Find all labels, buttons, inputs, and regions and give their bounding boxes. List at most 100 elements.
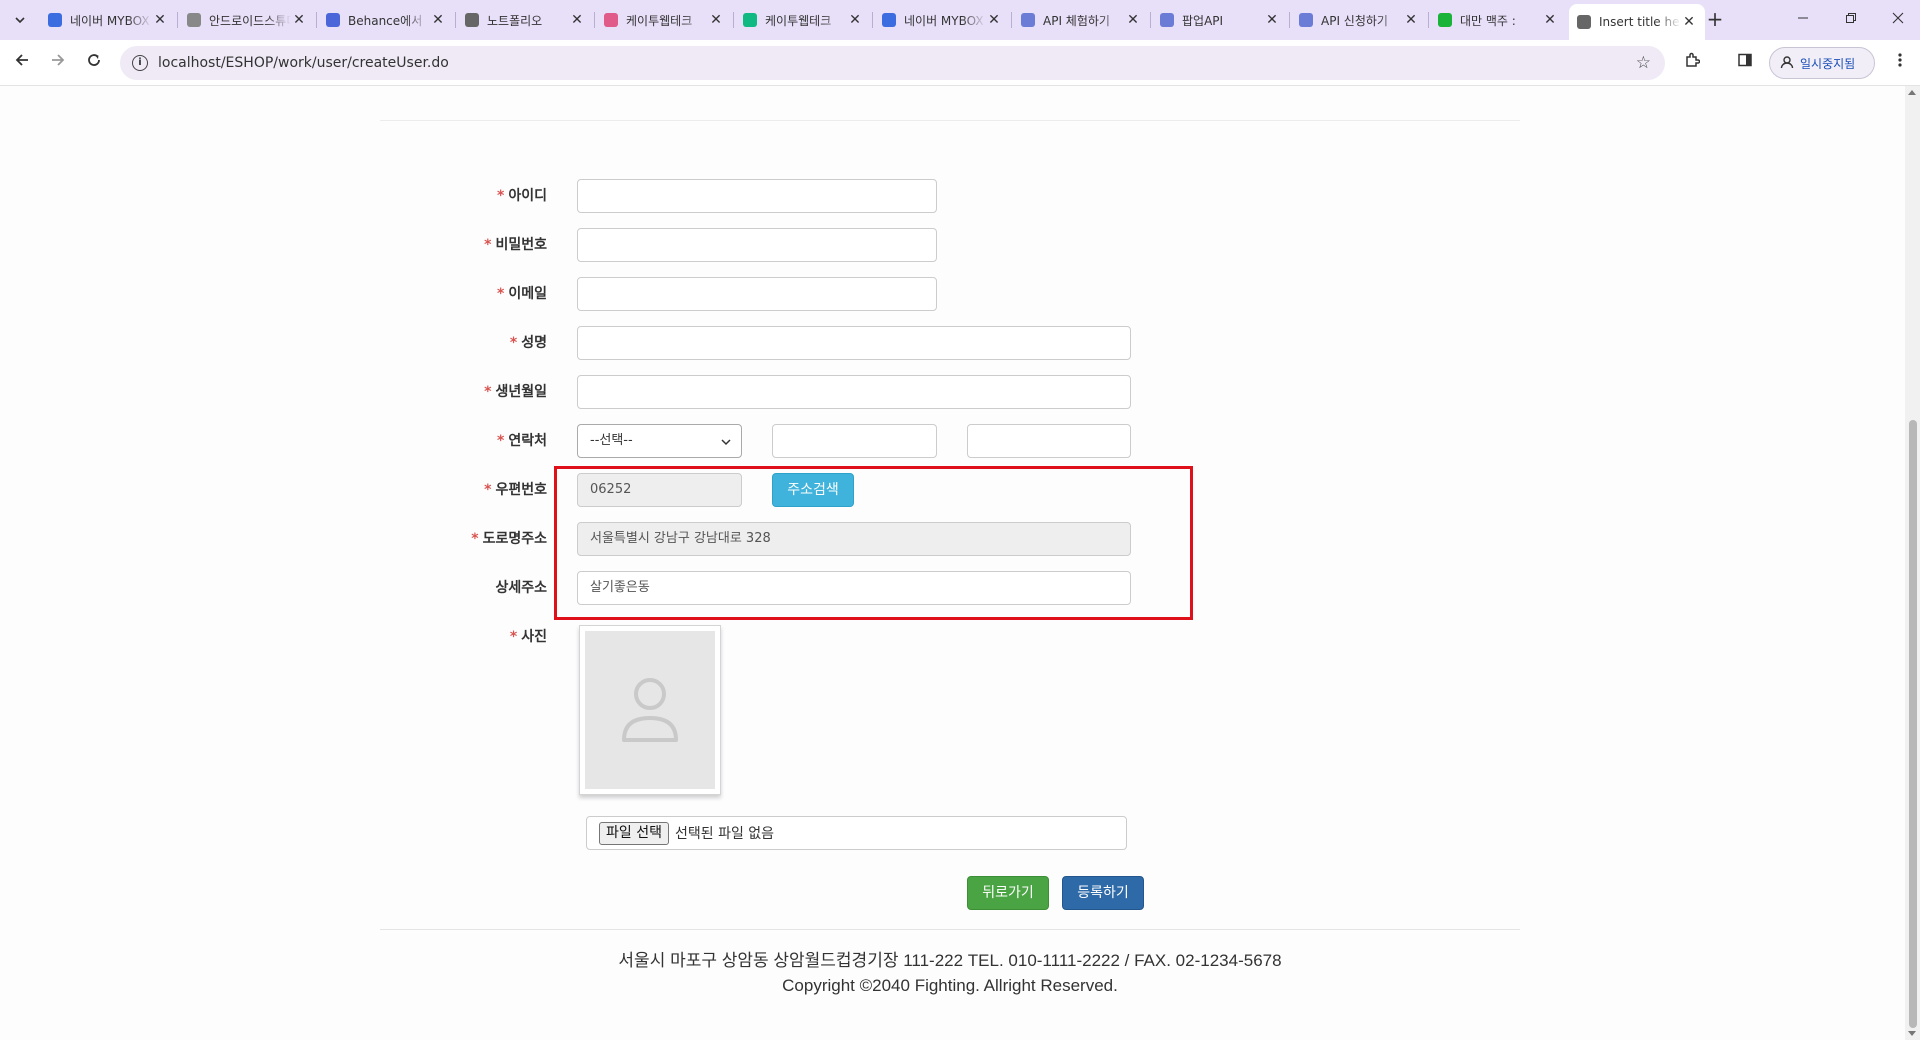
- tab-title: 대만 맥주 :: [1460, 13, 1516, 28]
- footer-address: 서울시 마포구 상암동 상암월드컵경기장 111-222 TEL. 010-11…: [618, 951, 1282, 970]
- tab-title: 노트폴리오: [487, 13, 543, 28]
- tab-title: 팝업API: [1182, 13, 1224, 28]
- phone-label: * 연락처: [497, 433, 547, 449]
- forward-arrow-icon[interactable]: [46, 51, 70, 75]
- site-info-icon[interactable]: i: [132, 55, 148, 71]
- password-input[interactable]: [577, 228, 937, 262]
- address-url: localhost/ESHOP/work/user/createUser.do: [158, 55, 449, 71]
- new-tab-button[interactable]: +: [1703, 8, 1727, 32]
- back-button[interactable]: 뒤로가기: [967, 876, 1049, 910]
- photo-placeholder: [585, 631, 715, 789]
- browser-tab[interactable]: API 체험하기 ✕: [1013, 6, 1149, 34]
- tab-title: 네이버 MYBOX: [904, 13, 984, 28]
- tab-separator: [872, 12, 873, 28]
- profile-paused-button[interactable]: 일시중지됨: [1769, 47, 1875, 79]
- phone-last-input[interactable]: [967, 424, 1131, 458]
- email-input[interactable]: [577, 277, 937, 311]
- browser-tab[interactable]: 케이투웹테크 ✕: [596, 6, 732, 34]
- tab-close-icon[interactable]: ✕: [708, 12, 724, 28]
- phone-prefix-value: --선택--: [590, 433, 633, 448]
- footer-divider: [380, 929, 1520, 930]
- scroll-up-icon[interactable]: [1908, 90, 1916, 95]
- tab-favicon-icon: [743, 13, 757, 27]
- id-input[interactable]: [577, 179, 937, 213]
- tab-separator: [1428, 12, 1429, 28]
- tab-favicon-icon: [604, 13, 618, 27]
- name-input[interactable]: [577, 326, 1131, 360]
- tab-title: Behance에서: [348, 13, 423, 28]
- chevron-down-icon: [721, 425, 731, 460]
- tab-favicon-icon: [882, 13, 896, 27]
- browser-tab[interactable]: 노트폴리오 ✕: [457, 6, 593, 34]
- birth-input[interactable]: [577, 375, 1131, 409]
- tab-favicon-icon: [48, 13, 62, 27]
- zip-label: * 우편번호: [484, 482, 547, 498]
- scrollbar-thumb[interactable]: [1909, 420, 1917, 1028]
- phone-prefix-select[interactable]: --선택--: [577, 424, 742, 458]
- reload-icon[interactable]: [82, 51, 106, 75]
- detail-address-label: 상세주소: [495, 580, 547, 596]
- page-viewport: * 아이디 * 비밀번호 * 이메일 * 성명 * 생년월일 * 연락처 --선택-- * 우…: [0, 86, 1905, 1040]
- browser-toolbar: i localhost/ESHOP/work/user/createUser.d…: [0, 40, 1920, 86]
- tab-separator: [316, 12, 317, 28]
- tab-close-icon[interactable]: ✕: [1264, 12, 1280, 28]
- browser-tab[interactable]: Behance에서 ✕: [318, 6, 454, 34]
- browser-tab[interactable]: 네이버 MYBOX ✕: [40, 6, 176, 34]
- tab-close-icon[interactable]: ✕: [1403, 12, 1419, 28]
- tab-favicon-icon: [1021, 13, 1035, 27]
- address-bar[interactable]: i localhost/ESHOP/work/user/createUser.d…: [120, 46, 1665, 80]
- tab-favicon-icon: [1438, 13, 1452, 27]
- choose-file-button[interactable]: 파일 선택: [599, 821, 669, 845]
- browser-tab[interactable]: API 신청하기 ✕: [1291, 6, 1427, 34]
- tab-close-icon[interactable]: ✕: [291, 12, 307, 28]
- tab-strip: 네이버 MYBOX✕안드로이드스튜디오✕Behance에서✕노트폴리오✕케이투웹…: [0, 0, 1920, 40]
- tab-search-icon[interactable]: [8, 8, 32, 32]
- name-label: * 성명: [509, 335, 547, 351]
- restore-icon[interactable]: [1829, 6, 1873, 34]
- extensions-icon[interactable]: [1680, 51, 1704, 75]
- browser-tab[interactable]: 케이투웹테크 ✕: [735, 6, 871, 34]
- browser-tab[interactable]: 대만 맥주 : ✕: [1430, 6, 1566, 34]
- side-panel-icon[interactable]: [1733, 51, 1757, 75]
- tab-title: 케이투웹테크: [626, 13, 693, 28]
- photo-label: * 사진: [509, 629, 547, 645]
- page-scrollbar[interactable]: [1905, 86, 1920, 1040]
- menu-kebab-icon[interactable]: [1888, 51, 1912, 75]
- photo-file-input[interactable]: 파일 선택 선택된 파일 없음: [586, 816, 1127, 850]
- file-status-text: 선택된 파일 없음: [674, 826, 775, 842]
- header-divider: [380, 120, 1520, 121]
- tab-close-icon[interactable]: ✕: [430, 12, 446, 28]
- tab-close-icon[interactable]: ✕: [152, 12, 168, 28]
- birth-label: * 생년월일: [484, 384, 547, 400]
- tab-separator: [733, 12, 734, 28]
- tab-favicon-icon: [1160, 13, 1174, 27]
- back-arrow-icon[interactable]: [10, 51, 34, 75]
- tab-close-icon[interactable]: ✕: [847, 12, 863, 28]
- browser-tab[interactable]: 팝업API ✕: [1152, 6, 1288, 34]
- bookmark-star-icon[interactable]: ☆: [1636, 53, 1651, 73]
- phone-middle-input[interactable]: [772, 424, 937, 458]
- profile-icon: [1780, 55, 1794, 72]
- profile-paused-label: 일시중지됨: [1800, 56, 1856, 71]
- tab-close-icon[interactable]: ✕: [1125, 12, 1141, 28]
- tab-close-icon[interactable]: ✕: [986, 12, 1002, 28]
- tab-title: 케이투웹테크: [765, 13, 832, 28]
- tab-close-icon[interactable]: ✕: [1542, 12, 1558, 28]
- browser-tab[interactable]: 안드로이드스튜디오✕: [179, 6, 315, 34]
- tab-close-icon[interactable]: ✕: [1681, 14, 1697, 30]
- tab-favicon-icon: [326, 13, 340, 27]
- id-label: * 아이디: [497, 188, 547, 204]
- browser-tab[interactable]: Insert title here✕: [1569, 4, 1705, 40]
- tab-favicon-icon: [465, 13, 479, 27]
- user-silhouette-icon: [618, 668, 682, 752]
- submit-button[interactable]: 등록하기: [1062, 876, 1144, 910]
- window-close-icon[interactable]: [1876, 6, 1920, 34]
- tab-separator: [1289, 12, 1290, 28]
- scroll-down-icon[interactable]: [1908, 1031, 1916, 1036]
- tab-favicon-icon: [187, 13, 201, 27]
- tab-close-icon[interactable]: ✕: [569, 12, 585, 28]
- tab-title: Insert title here: [1599, 15, 1681, 29]
- browser-tab[interactable]: 네이버 MYBOX ✕: [874, 6, 1010, 34]
- minimize-icon[interactable]: [1781, 6, 1825, 34]
- tab-title: 네이버 MYBOX: [70, 13, 150, 28]
